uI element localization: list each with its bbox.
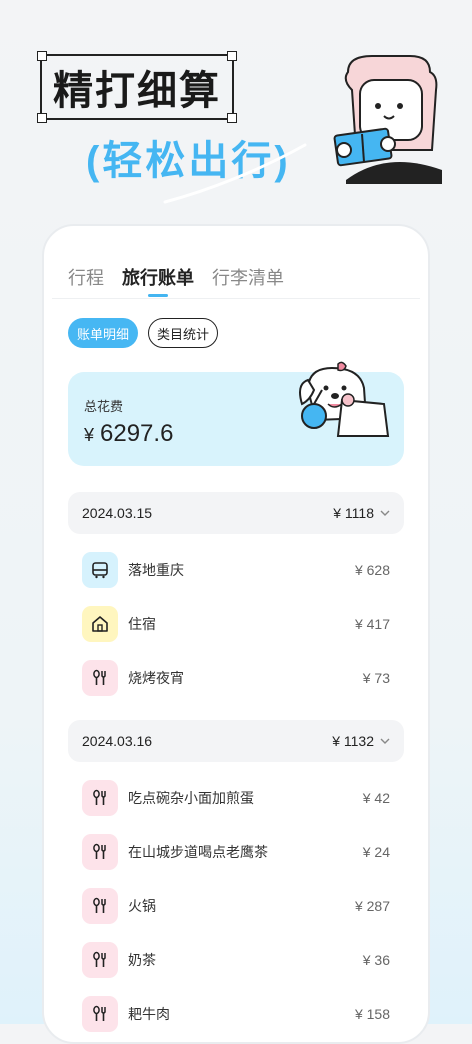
frame-handle (227, 51, 237, 61)
expense-row[interactable]: 耙牛肉 ¥ 158 (82, 994, 390, 1034)
day-total-amount: ¥ 1118 (333, 505, 374, 521)
bill-card: 行程 旅行账单 行李清单 账单明细 类目统计 总花费 ¥6297.6 2024.… (42, 224, 430, 1044)
utensils-icon (82, 996, 118, 1032)
expense-name: 落地重庆 (128, 562, 184, 578)
frame-handle (227, 113, 237, 123)
chevron-down-icon[interactable] (380, 508, 390, 518)
hero-title-frame: 精打细算 (37, 51, 237, 123)
expense-name: 吃点碗杂小面加煎蛋 (128, 790, 254, 806)
total-label: 总花费 (84, 399, 124, 414)
toast-mascot-illustration (333, 55, 442, 184)
expense-amount: ¥ 158 (354, 1006, 390, 1022)
expense-amount: ¥ 24 (362, 844, 390, 860)
utensils-icon (82, 942, 118, 978)
tab-label: 旅行账单 (122, 268, 194, 288)
total-value: 6297.6 (100, 420, 174, 447)
day-total: ¥ 1132 (332, 733, 390, 749)
day-date: 2024.03.15 (82, 505, 153, 521)
expense-name: 火锅 (128, 898, 156, 914)
expense-amount: ¥ 42 (362, 790, 390, 806)
expense-name: 住宿 (128, 616, 156, 632)
chevron-down-icon[interactable] (380, 736, 390, 746)
bill-detail-toggle[interactable]: 账单明细 (68, 318, 138, 348)
frame-handle (37, 51, 47, 61)
day-header[interactable]: 2024.03.16 ¥ 1132 (68, 720, 404, 762)
hero-title: 精打细算 (53, 69, 221, 113)
total-spend-card: 总花费 ¥6297.6 (68, 361, 404, 466)
expense-row[interactable]: 在山城步道喝点老鹰茶 ¥ 24 (82, 832, 390, 872)
house-icon (82, 606, 118, 642)
day-total-amount: ¥ 1132 (332, 733, 374, 749)
expense-name: 烧烤夜宵 (128, 670, 184, 686)
expense-name: 耙牛肉 (128, 1006, 170, 1022)
utensils-icon (82, 834, 118, 870)
tab-packing-list[interactable]: 行李清单 (212, 264, 284, 290)
day-total: ¥ 1118 (333, 505, 390, 521)
expense-row[interactable]: 落地重庆 ¥ 628 (82, 550, 390, 590)
frame-handle (37, 113, 47, 123)
expense-row[interactable]: 奶茶 ¥ 36 (82, 940, 390, 980)
expense-amount: ¥ 73 (362, 670, 390, 686)
expense-row[interactable]: 吃点碗杂小面加煎蛋 ¥ 42 (82, 778, 390, 818)
expense-amount: ¥ 287 (354, 898, 390, 914)
tab-travel-bill[interactable]: 旅行账单 (122, 264, 194, 297)
expense-amount: ¥ 417 (354, 616, 390, 632)
tab-divider (52, 298, 420, 299)
day-date: 2024.03.16 (82, 733, 153, 749)
expense-name: 奶茶 (128, 952, 156, 968)
expense-row[interactable]: 火锅 ¥ 287 (82, 886, 390, 926)
expense-row[interactable]: 住宿 ¥ 417 (82, 604, 390, 644)
total-amount: ¥6297.6 (84, 420, 173, 448)
expense-amount: ¥ 628 (354, 562, 390, 578)
category-stats-toggle[interactable]: 类目统计 (148, 318, 218, 348)
tab-itinerary[interactable]: 行程 (68, 264, 104, 290)
utensils-icon (82, 780, 118, 816)
tab-bar: 行程 旅行账单 行李清单 (68, 264, 284, 297)
expense-name: 在山城步道喝点老鹰茶 (128, 844, 268, 860)
currency-symbol: ¥ (84, 425, 95, 445)
puppy-mascot-illustration (299, 361, 390, 437)
utensils-icon (82, 660, 118, 696)
tab-active-indicator (148, 294, 168, 297)
expense-row[interactable]: 烧烤夜宵 ¥ 73 (82, 658, 390, 698)
bus-icon (82, 552, 118, 588)
utensils-icon (82, 888, 118, 924)
day-header[interactable]: 2024.03.15 ¥ 1118 (68, 492, 404, 534)
decorative-curve (163, 143, 307, 204)
expense-amount: ¥ 36 (362, 952, 390, 968)
